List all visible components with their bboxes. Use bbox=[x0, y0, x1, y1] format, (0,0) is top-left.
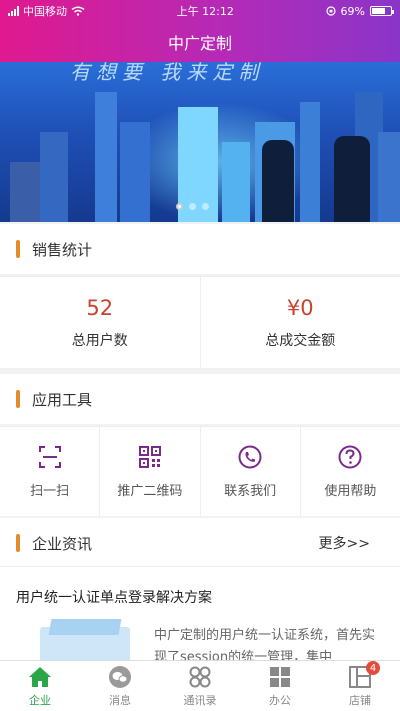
home-icon bbox=[29, 667, 51, 687]
contacts-icon bbox=[189, 666, 211, 688]
tools-grid: 扫一扫 推广二维码 联系我们 使用帮助 bbox=[0, 426, 400, 516]
carousel-dot[interactable] bbox=[189, 203, 196, 210]
message-icon bbox=[109, 666, 131, 688]
carousel-dot[interactable] bbox=[176, 203, 183, 210]
orientation-lock-icon bbox=[325, 6, 336, 16]
stat-label: 总成交金额 bbox=[265, 332, 336, 349]
help-icon bbox=[338, 445, 362, 469]
stat-total-amount[interactable]: ¥0 总成交金额 bbox=[199, 277, 400, 368]
tab-label: 消息 bbox=[109, 694, 131, 707]
qrcode-icon bbox=[138, 446, 161, 468]
tab-label: 企业 bbox=[29, 694, 51, 707]
tab-label: 通讯录 bbox=[183, 694, 217, 707]
section-title: 销售统计 bbox=[32, 240, 93, 259]
tool-help[interactable]: 使用帮助 bbox=[299, 427, 400, 516]
sales-stats: 52 总用户数 ¥0 总成交金额 bbox=[0, 276, 400, 368]
wifi-icon bbox=[71, 6, 85, 16]
page-title: 中广定制 bbox=[167, 34, 232, 53]
tool-label: 联系我们 bbox=[224, 484, 277, 499]
news-section-header: 企业资讯 更多>> bbox=[0, 518, 400, 568]
news-headline[interactable]: 用户统一认证单点登录解决方案 bbox=[16, 587, 212, 607]
clock: 上午 12:12 bbox=[176, 5, 234, 18]
stat-total-users[interactable]: 52 总用户数 bbox=[0, 277, 200, 368]
carousel-indicator[interactable] bbox=[176, 203, 209, 210]
tool-contact[interactable]: 联系我们 bbox=[199, 427, 300, 516]
tab-label: 办公 bbox=[269, 694, 291, 707]
tool-label: 扫一扫 bbox=[30, 484, 70, 499]
tab-enterprise[interactable]: 企业 bbox=[0, 661, 80, 711]
office-icon bbox=[270, 667, 290, 687]
section-title: 应用工具 bbox=[32, 390, 93, 409]
tool-label: 使用帮助 bbox=[324, 484, 377, 499]
carousel-dot[interactable] bbox=[202, 203, 209, 210]
tab-shop[interactable]: 4 店铺 bbox=[320, 661, 400, 711]
carrier-label: 中国移动 bbox=[23, 5, 67, 18]
battery-icon bbox=[370, 6, 394, 16]
tool-label: 推广二维码 bbox=[117, 484, 183, 499]
signal-icon bbox=[8, 6, 19, 16]
tool-scan[interactable]: 扫一扫 bbox=[0, 427, 99, 516]
tab-contacts[interactable]: 通讯录 bbox=[160, 661, 240, 711]
stat-value: 52 bbox=[86, 295, 114, 320]
more-link[interactable]: 更多>> bbox=[319, 533, 370, 553]
app-header: 中国移动 上午 12:12 69% 中广定制 bbox=[0, 0, 400, 62]
status-bar: 中国移动 上午 12:12 69% bbox=[0, 0, 400, 22]
tab-messages[interactable]: 消息 bbox=[80, 661, 160, 711]
battery-percent: 69% bbox=[340, 4, 365, 18]
stat-value: ¥0 bbox=[286, 295, 314, 320]
phone-icon bbox=[238, 445, 262, 469]
stat-label: 总用户数 bbox=[71, 332, 128, 349]
sales-section-header: 销售统计 bbox=[0, 224, 400, 274]
news-item[interactable]: 用户统一认证单点登录解决方案 中广定制的用户统一认证系统，首先实现了sessio… bbox=[0, 566, 400, 667]
section-title: 企业资讯 bbox=[32, 534, 93, 553]
banner-headline: 有想要 我来定制 bbox=[70, 62, 265, 84]
notification-badge: 4 bbox=[366, 661, 380, 675]
tool-qrcode[interactable]: 推广二维码 bbox=[99, 427, 199, 516]
bottom-tab-bar: 企业 消息 通讯录 办公 4 店铺 bbox=[0, 660, 400, 711]
banner-carousel[interactable]: 有想要 我来定制 bbox=[0, 62, 400, 222]
tab-label: 店铺 bbox=[349, 694, 371, 707]
scan-icon bbox=[38, 446, 61, 468]
tools-section-header: 应用工具 bbox=[0, 374, 400, 424]
tab-office[interactable]: 办公 bbox=[240, 661, 320, 711]
